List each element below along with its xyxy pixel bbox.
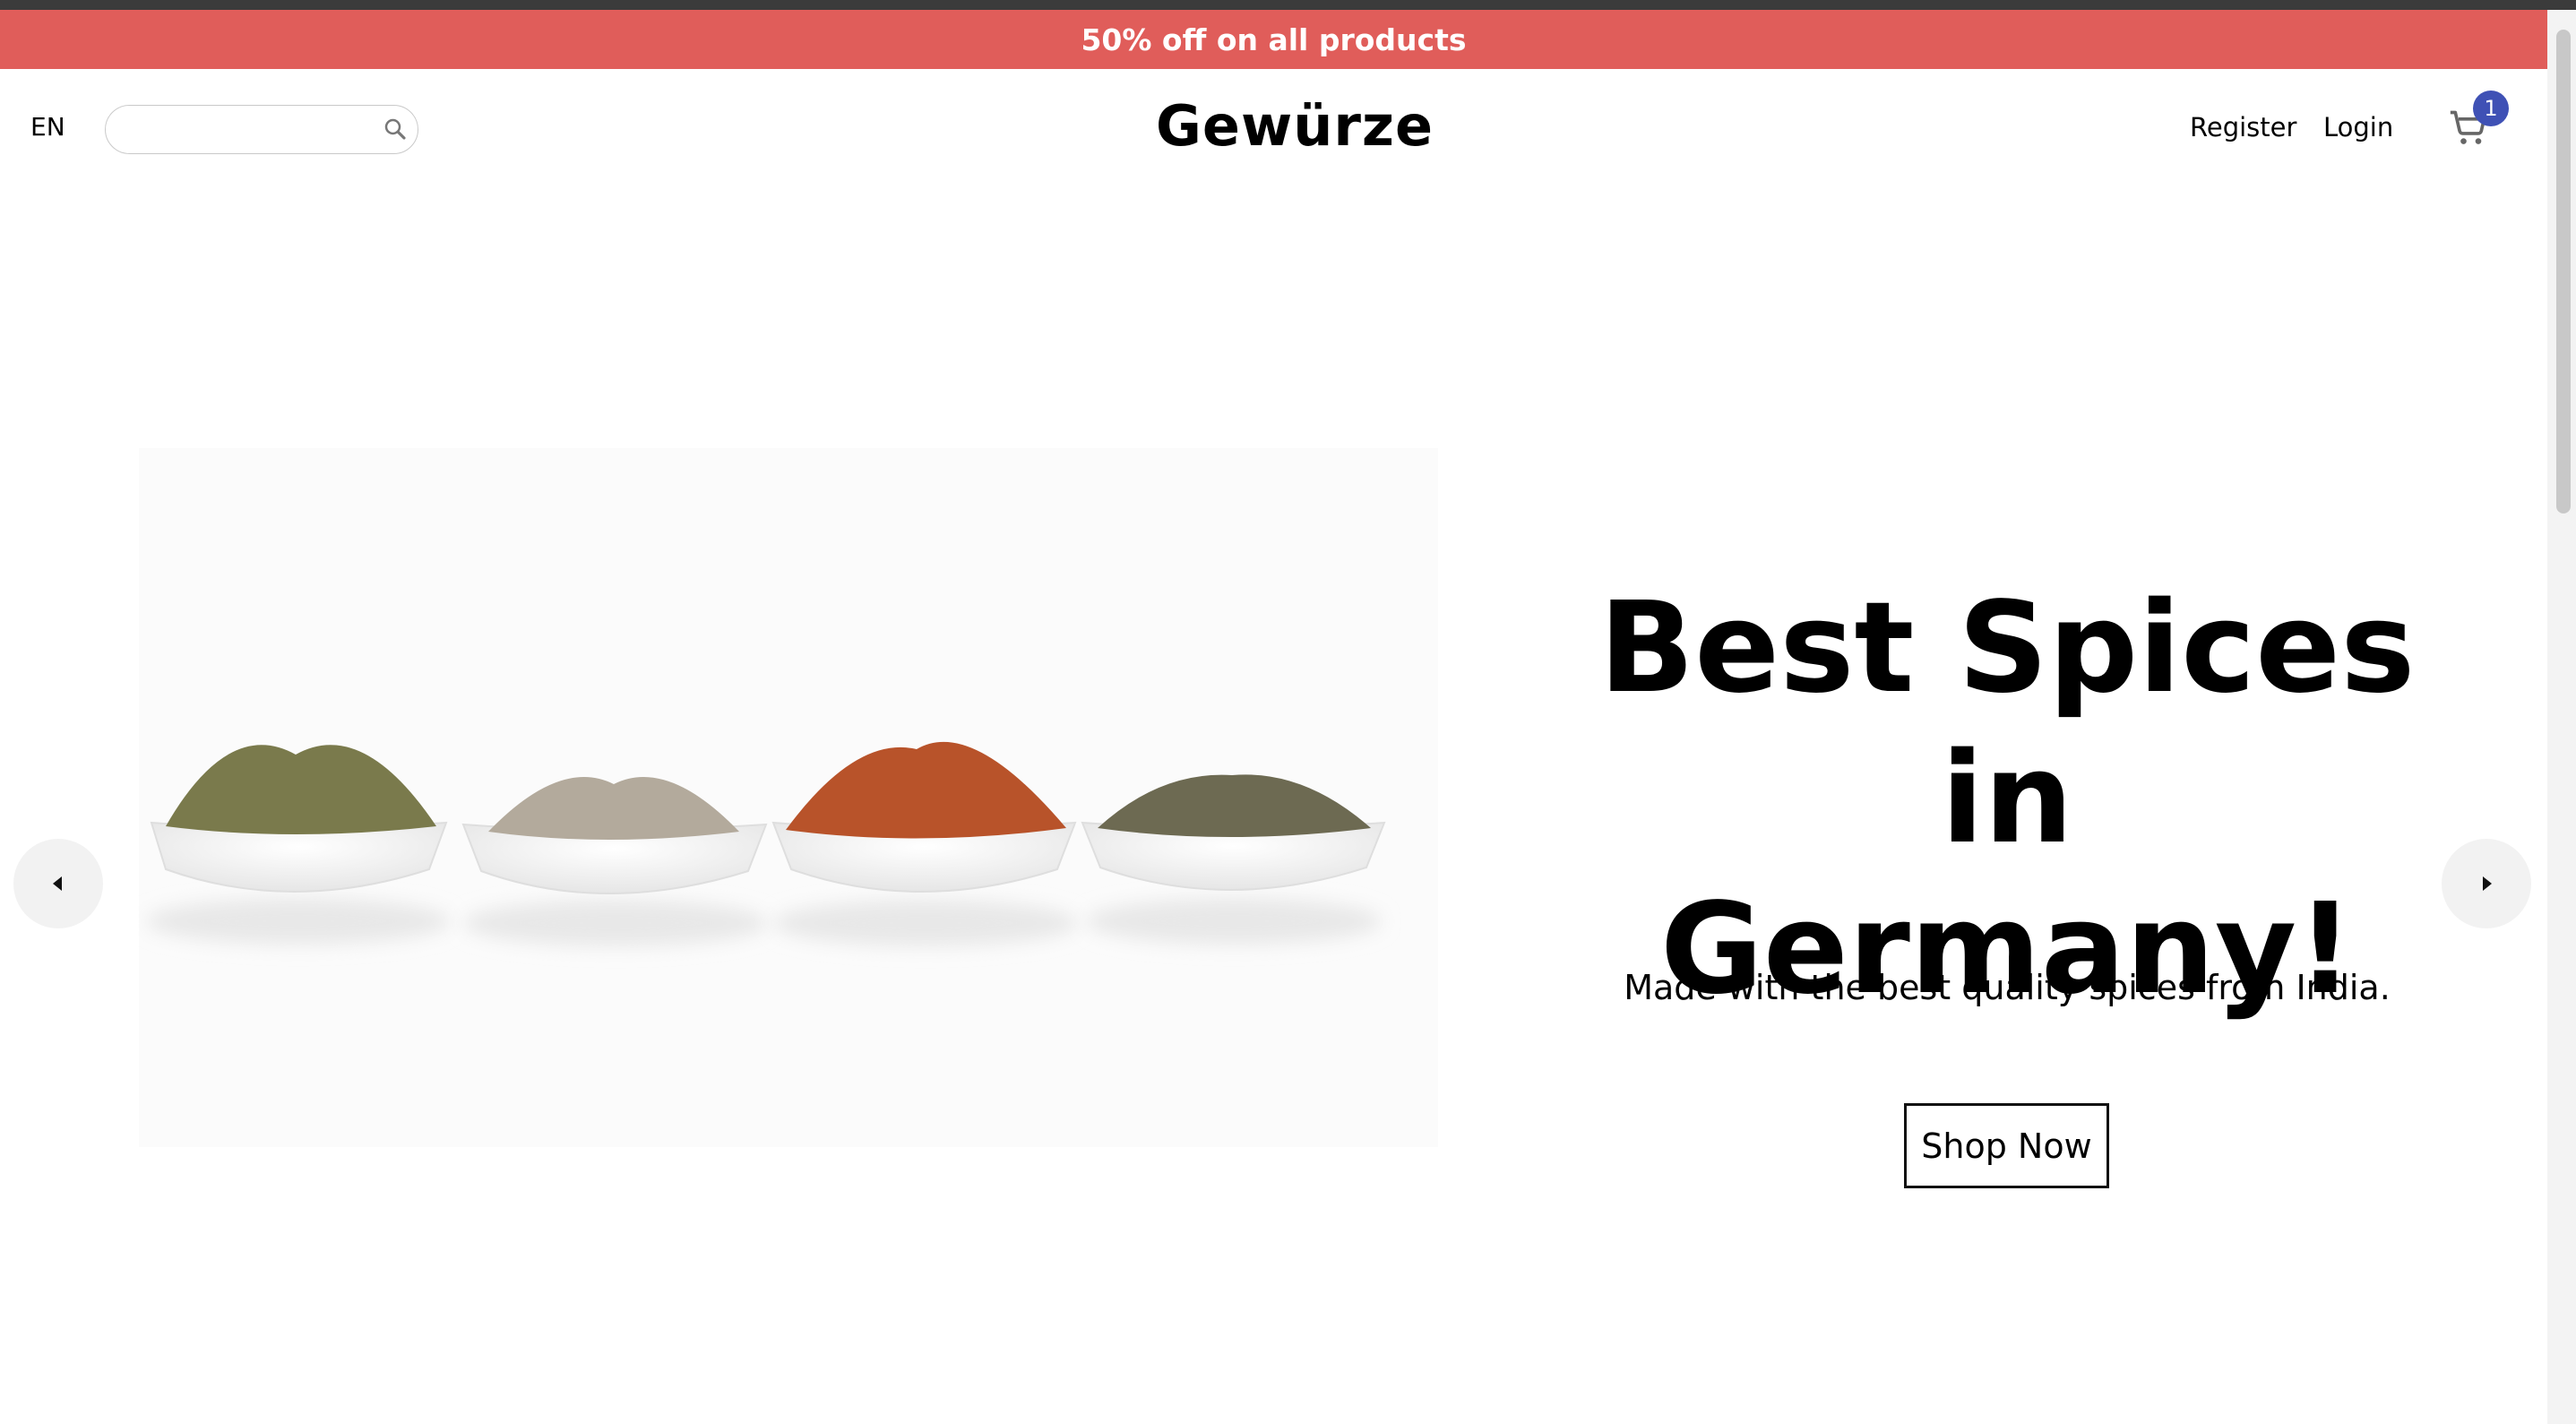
search-input[interactable] <box>124 113 369 147</box>
shop-now-button[interactable]: Shop Now <box>1904 1103 2109 1188</box>
caret-right-icon <box>2483 876 2492 891</box>
scrollbar-thumb[interactable] <box>2556 30 2571 514</box>
carousel-prev-button[interactable] <box>13 839 103 928</box>
brand-logo[interactable]: Gewürze <box>1156 93 1433 159</box>
scrollbar[interactable] <box>2547 10 2576 1424</box>
cart-count-badge: 1 <box>2473 91 2509 126</box>
search-box[interactable] <box>105 105 418 154</box>
login-link[interactable]: Login <box>2323 112 2393 142</box>
caret-left-icon <box>53 876 62 891</box>
promo-text: 50% off on all products <box>1081 22 1467 57</box>
hero-subtitle: Made with the best quality spices from I… <box>1624 968 2391 1007</box>
hero-title: Best Spices in Germany! <box>1541 574 2473 1025</box>
spice-bowls-image <box>139 448 1438 1147</box>
carousel-next-button[interactable] <box>2442 839 2531 928</box>
register-link[interactable]: Register <box>2190 112 2296 142</box>
language-selector[interactable]: EN <box>30 112 65 142</box>
hero-title-line-1: Best Spices in <box>1598 575 2416 872</box>
search-icon[interactable] <box>382 116 409 142</box>
promo-banner: 50% off on all products <box>0 10 2547 69</box>
browser-top-edge <box>0 0 2576 10</box>
